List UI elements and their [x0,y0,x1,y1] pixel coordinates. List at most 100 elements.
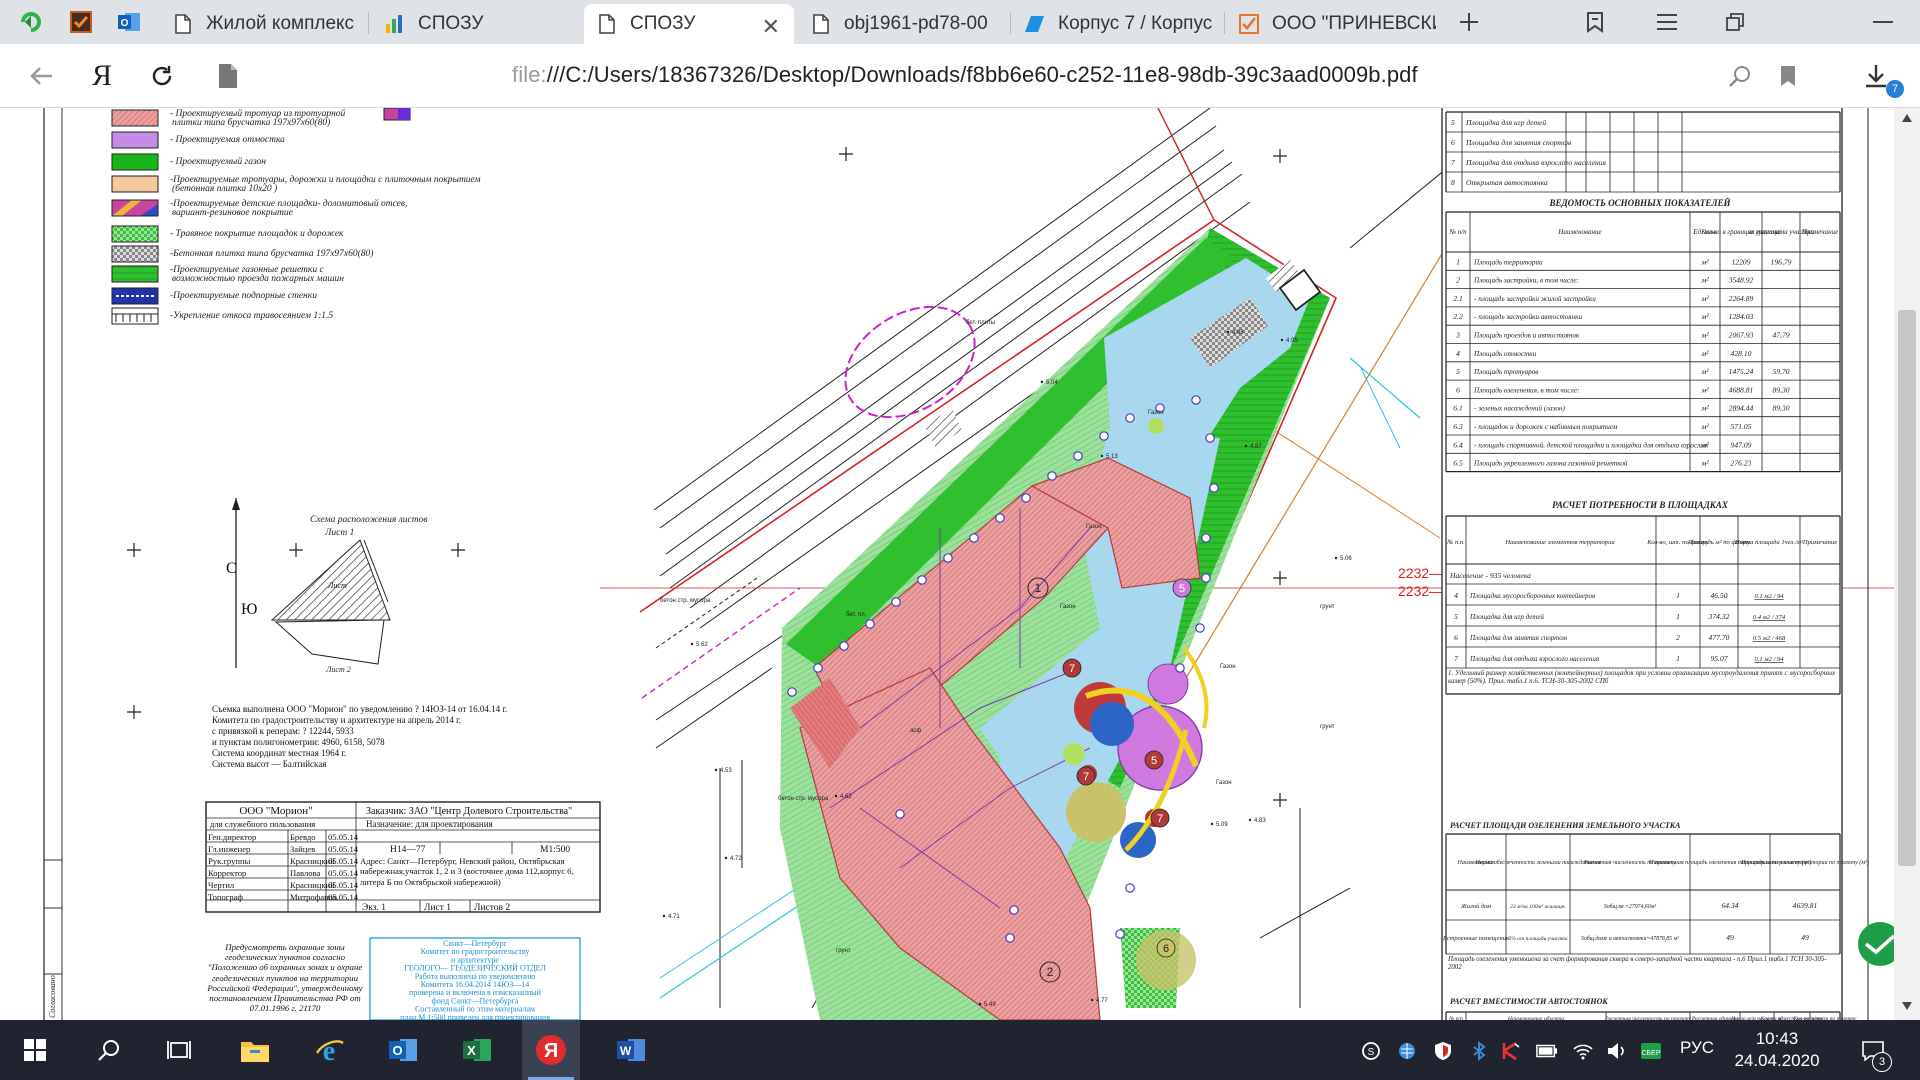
url-path: ///C:/Users/18367326/Desktop/Downloads/f… [546,62,1418,87]
green-app-icon[interactable] [14,6,48,38]
top-table-number: 8 [1451,178,1455,187]
stamp-customer: Заказчик: ЗАО "Центр Долевого Строительс… [366,806,572,817]
wifi-tray-icon[interactable] [1572,1040,1594,1062]
indicators-row-name: Площадь отмостки [1473,350,1537,358]
greening-row-proj: 49 [1801,933,1809,942]
survey-note-line: Система координат местная 1964 г. [212,748,346,758]
legend-label: - Проектируемый газон [170,156,266,167]
tab-spozu-active[interactable]: СПОЗУ ✕ [584,4,794,44]
need-row-area: 374.32 [1708,612,1730,621]
indicators-row-unit: м² [1700,459,1709,468]
elevation-mark: 5.13 [1106,454,1118,460]
legend-swatch [111,175,159,193]
survey-note-line: Съемка выполнена ООО "Морион" по уведомл… [212,704,507,714]
task-view-button[interactable] [150,1020,208,1080]
tab-label: СПОЗУ [630,13,696,34]
tab-label: СПОЗУ [418,13,484,34]
site-number: 7 [1157,813,1163,825]
browser-tab-strip: O Жилой комплекс СПОЗУ СПОЗУ ✕ obj1961-p… [0,0,1920,44]
greening-row-calc: Sобщ.кв.=27974,60м² [1604,903,1656,910]
yandex-logo[interactable]: Я [84,58,120,94]
stamp-date: 05.05.14 [328,880,359,890]
indicators-row-unit: м² [1700,312,1709,321]
tab-separator [1224,12,1225,34]
plan-label: грунт [1320,724,1335,730]
input-language-indicator[interactable]: РУС [1680,1038,1714,1058]
tab-korpus-7[interactable]: Корпус 7 / Корпус [1012,4,1222,44]
skype-tray-icon[interactable]: S [1360,1040,1382,1062]
kaspersky-tray-icon[interactable] [1500,1040,1522,1062]
back-arrow-icon[interactable] [24,58,60,94]
find-in-page-icon[interactable] [1722,58,1758,94]
stamp-name: Бревдо [290,832,316,842]
search-button[interactable] [80,1020,138,1080]
restore-window-icon[interactable] [1712,0,1758,44]
greening-row-proj: 4639.81 [1793,901,1818,910]
elevation-mark: 4.77 [1096,998,1108,1004]
taskbar-internet-explorer[interactable]: e [300,1020,358,1080]
globe-tray-icon[interactable] [1396,1040,1418,1062]
stamp-address: Адрес: Санкт—Петербург, Невский район, О… [360,856,574,887]
indicators-header: Наименование [1557,228,1601,236]
taskbar-file-explorer[interactable] [226,1020,284,1080]
utility-well-marker [1005,933,1015,943]
url-field[interactable]: file:///C:/Users/18367326/Desktop/Downlo… [512,62,1418,88]
new-tab-button[interactable] [1446,0,1492,44]
indicators-row-name: Площадь тротуаров [1473,368,1538,376]
scroll-up-arrow-icon[interactable] [1902,114,1912,122]
stamp-date: 05.05.14 [328,832,359,842]
taskbar-yandex-browser[interactable]: Я [522,1020,580,1080]
utility-well-marker [969,533,979,543]
taskbar-word[interactable]: W [602,1020,660,1080]
sheet-2-label: Лист 2 [325,665,351,674]
scroll-down-arrow-icon[interactable] [1902,1002,1912,1010]
utility-well-marker [1115,929,1125,939]
security-shield-tray-icon[interactable] [1432,1040,1454,1062]
clock-date: 24.04.2020 [1734,1051,1820,1070]
document-icon [810,13,832,35]
taskbar-outlook[interactable]: O [374,1020,432,1080]
sber-tray-icon[interactable]: СБЕР [1640,1040,1662,1062]
tab-spozu-1[interactable]: СПОЗУ [372,4,582,44]
bookmarks-collection-icon[interactable] [1572,0,1618,44]
indicators-row-outside: 89,30 [1772,385,1789,394]
greening-row-name: Встроенные помещения [1443,935,1509,942]
need-row-number: 4 [1454,591,1458,600]
indicators-row-value: 428.10 [1731,349,1752,358]
indicators-row-name: - площадь спортивной, детской площадки и… [1474,441,1709,449]
reload-icon[interactable] [144,58,180,94]
bluetooth-tray-icon[interactable] [1468,1040,1490,1062]
sheet-1-label: Лист 1 [324,528,354,538]
indicators-row-name: Площадь проездов и автостоянок [1473,332,1580,340]
pdf-viewport[interactable]: Согласовано - Проектируемый тротуар из т… [0,108,1920,1020]
scroll-thumb[interactable] [1898,310,1916,866]
battery-tray-icon[interactable] [1536,1040,1558,1062]
utility-well-marker [895,809,905,819]
tab-zhiloy-kompleks[interactable]: Жилой комплекс [160,4,360,44]
document-icon [596,13,618,35]
system-clock[interactable]: 10:43 24.04.2020 [1732,1028,1822,1072]
close-tab-icon[interactable]: ✕ [762,14,780,40]
tab-ooo-prinevskiy[interactable]: ООО "ПРИНЕВСКИЙ [1226,4,1436,44]
indicators-row-number: 1 [1456,257,1460,266]
svg-text:W: W [620,1044,632,1058]
greening-row-min: 49 [1726,933,1734,942]
stamp-exemplar: Экз. 1 [362,903,386,913]
menu-hamburger-icon[interactable] [1644,0,1690,44]
site-number: 7 [1083,771,1089,783]
greening-note: Площадь озеленения уменьшена за счет фор… [1448,956,1827,971]
plan-label: Газон [1060,604,1076,610]
svg-text:O: O [121,18,129,29]
utility-well-marker [1205,433,1215,443]
taskbar-excel[interactable]: X [448,1020,506,1080]
bookmark-icon[interactable] [1770,58,1806,94]
page-document-icon[interactable] [210,58,246,94]
start-button[interactable] [6,1020,64,1080]
checklist-app-icon[interactable] [64,6,98,38]
legend-label-line2: вариант-резиновое покрытие [172,208,293,218]
volume-tray-icon[interactable] [1606,1040,1628,1062]
indicators-row-unit: м² [1700,367,1709,376]
tab-obj1961[interactable]: obj1961-pd78-00 [798,4,1008,44]
minimize-window-icon[interactable] [1860,0,1906,44]
outlook-tab-icon[interactable]: O [112,6,146,38]
